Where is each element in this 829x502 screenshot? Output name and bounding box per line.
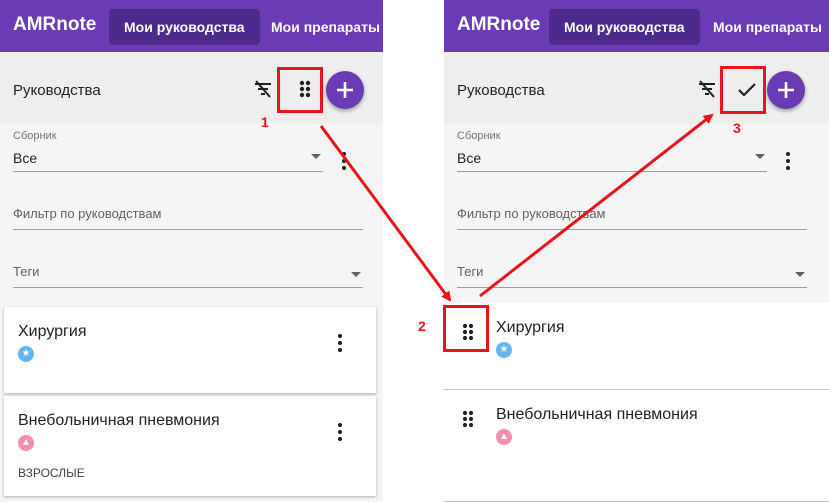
more-vert-icon[interactable]: [338, 423, 342, 441]
guides-toolbar: Руководства: [0, 52, 383, 124]
caret-down-icon: [351, 272, 361, 277]
more-vert-icon[interactable]: [342, 152, 346, 170]
tags-input[interactable]: [13, 264, 363, 279]
collection-select[interactable]: Все: [457, 148, 767, 172]
caret-down-icon: [755, 154, 765, 159]
guide-card[interactable]: Внебольничная пневмония ▲ ВЗРОСЛЫЕ: [4, 396, 376, 496]
guide-tag: ВЗРОСЛЫЕ: [18, 466, 85, 480]
guide-title: Внебольничная пневмония: [18, 412, 220, 429]
collection-label: Сборник: [13, 130, 57, 142]
app-bar: AMRnote Мои руководства Мои препараты: [444, 0, 829, 52]
guide-row[interactable]: Внебольничная пневмония ▲: [444, 390, 829, 502]
tab-my-drugs[interactable]: Мои препараты: [713, 9, 822, 45]
more-vert-icon[interactable]: [786, 152, 790, 170]
caret-down-icon: [795, 272, 805, 277]
collection-value: Все: [13, 150, 38, 166]
star-badge-icon: ★: [496, 342, 512, 358]
annotation-number-1: 1: [261, 114, 269, 130]
triangle-badge-icon: ▲: [18, 435, 34, 451]
tags-select[interactable]: [457, 258, 807, 288]
tab-my-guides[interactable]: Мои руководства: [549, 9, 700, 45]
collection-select[interactable]: Все: [13, 148, 323, 172]
guide-title: Хирургия: [18, 323, 87, 340]
tab-my-drugs[interactable]: Мои препараты: [271, 9, 380, 45]
more-vert-icon[interactable]: [338, 334, 342, 352]
app-title: AMRnote: [13, 14, 97, 35]
annotation-number-3: 3: [733, 120, 741, 136]
guide-filter-input[interactable]: [457, 206, 807, 221]
annotation-box-1: [277, 67, 323, 113]
guide-card[interactable]: Хирургия ★: [4, 307, 376, 393]
page-title: Руководства: [13, 82, 101, 99]
guides-toolbar: Руководства: [444, 52, 829, 124]
guide-filter-input[interactable]: [13, 206, 363, 221]
tags-input[interactable]: [457, 264, 807, 279]
guide-row[interactable]: Хирургия ★: [444, 303, 829, 390]
triangle-badge-icon: ▲: [496, 429, 512, 445]
app-title: AMRnote: [457, 14, 541, 35]
annotation-box-2: [443, 305, 489, 352]
collection-value: Все: [457, 150, 482, 166]
add-guide-button[interactable]: [326, 71, 364, 109]
filters-panel: Сборник Все: [0, 124, 383, 302]
drag-handle-icon[interactable]: [462, 409, 474, 429]
filter-off-icon[interactable]: [252, 77, 274, 101]
guide-filter-field[interactable]: [457, 200, 807, 230]
page-title: Руководства: [457, 82, 545, 99]
guide-title: Внебольничная пневмония: [496, 406, 698, 423]
app-bar: AMRnote Мои руководства Мои препараты: [0, 0, 383, 52]
filter-off-icon[interactable]: [696, 77, 718, 101]
tab-my-guides[interactable]: Мои руководства: [109, 9, 260, 45]
add-guide-button[interactable]: [767, 71, 805, 109]
collection-label: Сборник: [457, 130, 501, 142]
annotation-number-2: 2: [418, 318, 426, 334]
star-badge-icon: ★: [18, 346, 34, 362]
screen-after: AMRnote Мои руководства Мои препараты Ру…: [444, 0, 829, 502]
caret-down-icon: [311, 154, 321, 159]
guide-title: Хирургия: [496, 319, 565, 336]
filters-panel: Сборник Все: [444, 124, 829, 302]
annotation-box-3: [720, 66, 766, 114]
guide-filter-field[interactable]: [13, 200, 363, 230]
tags-select[interactable]: [13, 258, 363, 288]
screen-before: AMRnote Мои руководства Мои препараты Ру…: [0, 0, 383, 502]
